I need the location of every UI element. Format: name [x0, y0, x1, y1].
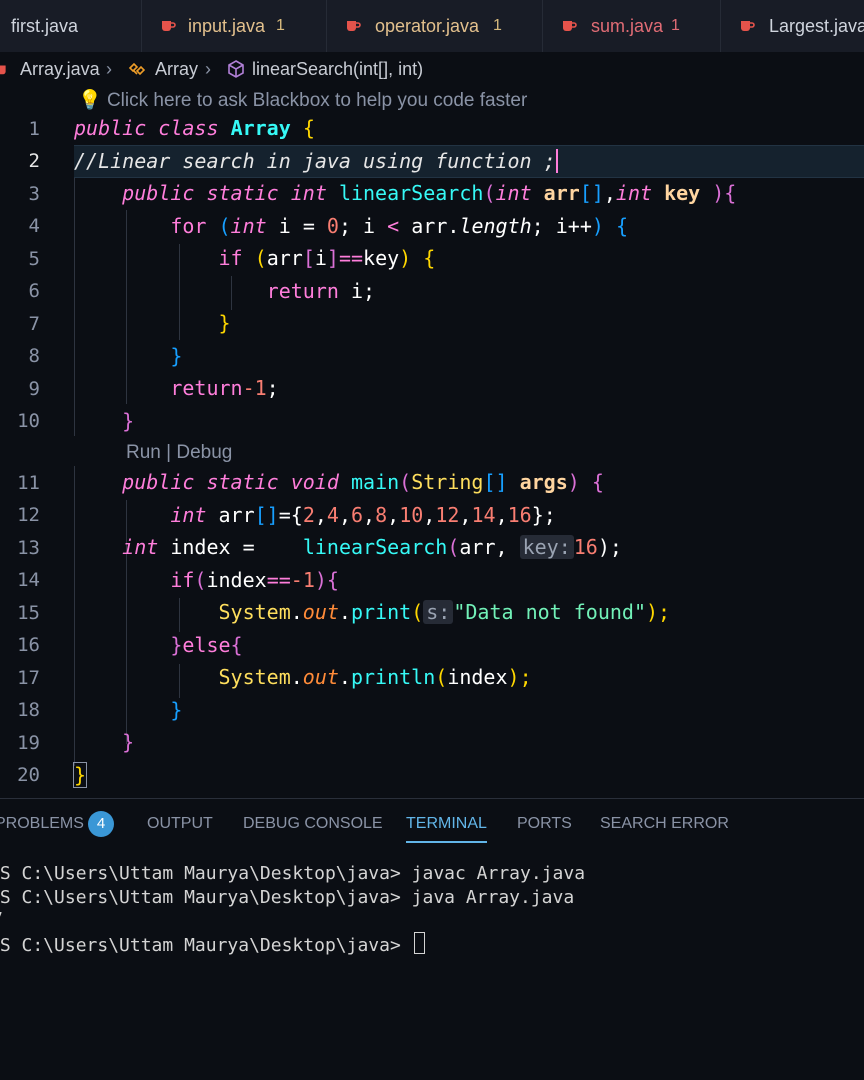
- code-line-14: if(index==-1){: [170, 568, 339, 592]
- method-icon: [228, 60, 244, 78]
- terminal-line: PS C:\Users\Uttam Maurya\Desktop\java> j…: [0, 863, 586, 884]
- line-number: 6: [28, 280, 40, 302]
- tab-operator-java[interactable]: operator.java 1: [327, 0, 543, 52]
- line-number: 20: [17, 764, 40, 786]
- breadcrumb-method[interactable]: linearSearch(int[], int): [252, 52, 423, 86]
- java-file-icon: [563, 21, 577, 31]
- problems-count-badge: 4: [88, 811, 114, 837]
- line-number: 19: [17, 732, 40, 754]
- line-number: 10: [17, 410, 40, 432]
- code-line-7: }: [218, 311, 231, 335]
- java-file-icon: [0, 65, 6, 75]
- inlay-hint-s: s:: [423, 600, 454, 624]
- java-file-icon: [347, 21, 361, 31]
- line-number: 4: [28, 215, 40, 237]
- tab-problems[interactable]: PROBLEMS: [0, 799, 84, 849]
- code-line-9: return-1;: [170, 376, 279, 400]
- line-number: 13: [17, 537, 40, 559]
- code-line-17: System.out.println(index);: [218, 665, 532, 689]
- code-line-8: }: [170, 344, 183, 368]
- terminal-line: PS C:\Users\Uttam Maurya\Desktop\java> j…: [0, 887, 575, 908]
- terminal-cursor: [413, 932, 425, 954]
- tab-input-java[interactable]: input.java 1: [142, 0, 327, 52]
- code-line-5: if (arr[i]==key) {: [218, 246, 436, 270]
- run-debug-codelens[interactable]: Run | Debug: [126, 442, 232, 464]
- inlay-hint-key: key:: [519, 535, 574, 559]
- java-file-icon: [162, 21, 176, 31]
- line-number: 16: [17, 634, 40, 656]
- chevron-right-icon: ›: [205, 59, 211, 79]
- tab-label: sum.java: [591, 16, 664, 36]
- line-number: 18: [17, 699, 40, 721]
- java-file-icon: [741, 21, 755, 31]
- tab-label: input.java: [188, 16, 266, 36]
- breadcrumb: Array.java › Array › linearSearch(int[],…: [0, 52, 864, 86]
- tab-output[interactable]: OUTPUT: [147, 799, 213, 849]
- class-icon: [128, 62, 146, 76]
- breadcrumb-class[interactable]: Array: [155, 52, 198, 86]
- tab-badge: 1: [493, 17, 502, 34]
- line-number: 1: [28, 118, 40, 140]
- code-line-13: int index = linearSearch(arr, key: 16);: [122, 535, 622, 559]
- code-line-18: }: [170, 698, 183, 722]
- code-line-16: }else{: [170, 633, 243, 657]
- tab-label: Largest.java: [769, 16, 864, 36]
- tab-label: first.java: [11, 16, 79, 36]
- code-line-2: //Linear search in java using function ;: [74, 149, 558, 173]
- tab-ports[interactable]: PORTS: [517, 799, 572, 849]
- line-number: 12: [17, 504, 40, 526]
- breadcrumb-file[interactable]: Array.java: [20, 52, 100, 86]
- panel-tab-bar: PROBLEMS 4 OUTPUT DEBUG CONSOLE TERMINAL…: [0, 798, 864, 850]
- code-line-15: System.out.print(s: "Data not found");: [218, 600, 671, 624]
- code-line-3: public static int linearSearch(int arr[]…: [122, 181, 737, 205]
- terminal-prompt: PS C:\Users\Uttam Maurya\Desktop\java>: [0, 935, 412, 956]
- chevron-right-icon: ›: [106, 59, 112, 79]
- code-line-12: int arr[]={2,4,6,8,10,12,14,16};: [170, 503, 556, 527]
- code-line-11: public static void main(String[] args) {: [122, 470, 604, 494]
- terminal-prompt-line: PS C:\Users\Uttam Maurya\Desktop\java>: [0, 932, 425, 956]
- line-number: 5: [28, 248, 40, 270]
- ai-hint-text: Click here to ask Blackbox to help you c…: [106, 90, 528, 111]
- editor-tab-bar: first.java input.java 1 operator.java 1 …: [0, 0, 864, 53]
- tab-badge: 1: [276, 17, 285, 34]
- code-line-4: for (int i = 0; i < arr.length; i++) {: [170, 214, 629, 238]
- line-number: 15: [17, 602, 40, 624]
- terminal-output-line: 7: [0, 908, 3, 932]
- tab-first-java[interactable]: first.java: [0, 0, 142, 52]
- code-line-6: return i;: [266, 279, 376, 303]
- code-line-19: }: [122, 730, 135, 754]
- code-editor[interactable]: 💡 Click here to ask Blackbox to help you…: [0, 86, 864, 798]
- terminal-panel[interactable]: PS C:\Users\Uttam Maurya\Desktop\java> j…: [0, 850, 864, 1080]
- line-number: 3: [28, 183, 40, 205]
- tab-largest-java[interactable]: Largest.java: [721, 0, 864, 52]
- line-number: 17: [17, 667, 40, 689]
- tab-sum-java[interactable]: sum.java 1: [543, 0, 721, 52]
- line-number: 14: [17, 569, 40, 591]
- lightbulb-icon: 💡: [78, 90, 102, 111]
- ai-hint[interactable]: 💡 Click here to ask Blackbox to help you…: [78, 88, 527, 112]
- code-line-20: }: [72, 762, 88, 788]
- line-number: 7: [28, 313, 40, 335]
- line-number: 9: [28, 378, 40, 400]
- tab-debug-console[interactable]: DEBUG CONSOLE: [243, 799, 383, 849]
- line-number: 11: [17, 472, 40, 494]
- tab-label: operator.java: [375, 16, 480, 36]
- line-number: 2: [28, 150, 40, 172]
- tab-search-error[interactable]: SEARCH ERROR: [600, 799, 729, 849]
- code-line-1: public class Array {: [74, 116, 315, 140]
- code-line-10: }: [122, 409, 135, 433]
- tab-terminal[interactable]: TERMINAL: [406, 799, 487, 849]
- text-cursor: [555, 149, 558, 173]
- line-number: 8: [28, 345, 40, 367]
- tab-badge: 1: [671, 17, 680, 34]
